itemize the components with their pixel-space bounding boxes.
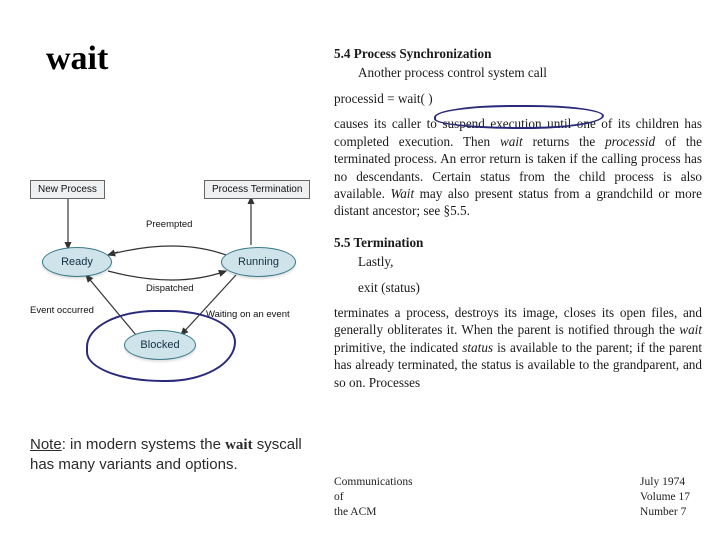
para-sync: causes its caller to suspend execution u… [334, 115, 702, 220]
textbook-excerpt: 5.4 Process Synchronization Another proc… [334, 45, 702, 401]
footer-acm: the ACM [334, 505, 413, 520]
state-ready: Ready [42, 247, 112, 277]
exit-code: exit (status) [358, 279, 702, 296]
footer-of: of [334, 490, 413, 505]
note-text: Note: in modern systems the wait syscall… [30, 435, 310, 476]
section-5-5-heading: 5.5 Termination [334, 234, 702, 251]
new-process-box: New Process [30, 180, 105, 199]
publication-footer: Communications of the ACM July 1974 Volu… [334, 475, 690, 520]
label-dispatched: Dispatched [146, 283, 194, 294]
footer-volume: Volume 17 [640, 490, 690, 505]
footer-number: Number 7 [640, 505, 690, 520]
note-wait-word: wait [225, 437, 253, 453]
state-running: Running [221, 247, 296, 277]
para-termination: terminates a process, destroys its image… [334, 304, 702, 391]
process-termination-box: Process Termination [204, 180, 310, 199]
footer-date: July 1974 [640, 475, 690, 490]
footer-communications: Communications [334, 475, 413, 490]
hand-circle-suspend [434, 105, 604, 129]
label-event-occurred: Event occurred [30, 305, 94, 316]
section-5-4-subtitle: Another process control system call [358, 64, 702, 81]
process-state-diagram: New Process Process Termination Ready Ru… [26, 175, 326, 405]
slide-title: wait [46, 40, 108, 78]
hand-circle-blocked [86, 310, 236, 382]
label-waiting: Waiting on an event [206, 309, 290, 320]
footer-left: Communications of the ACM [334, 475, 413, 520]
note-label: Note [30, 436, 62, 453]
label-preempted: Preempted [146, 219, 192, 230]
section-5-5-subtitle: Lastly, [358, 253, 702, 270]
footer-right: July 1974 Volume 17 Number 7 [640, 475, 690, 520]
section-5-4-heading: 5.4 Process Synchronization [334, 45, 702, 62]
note-body-1: : in modern systems the [62, 436, 225, 453]
